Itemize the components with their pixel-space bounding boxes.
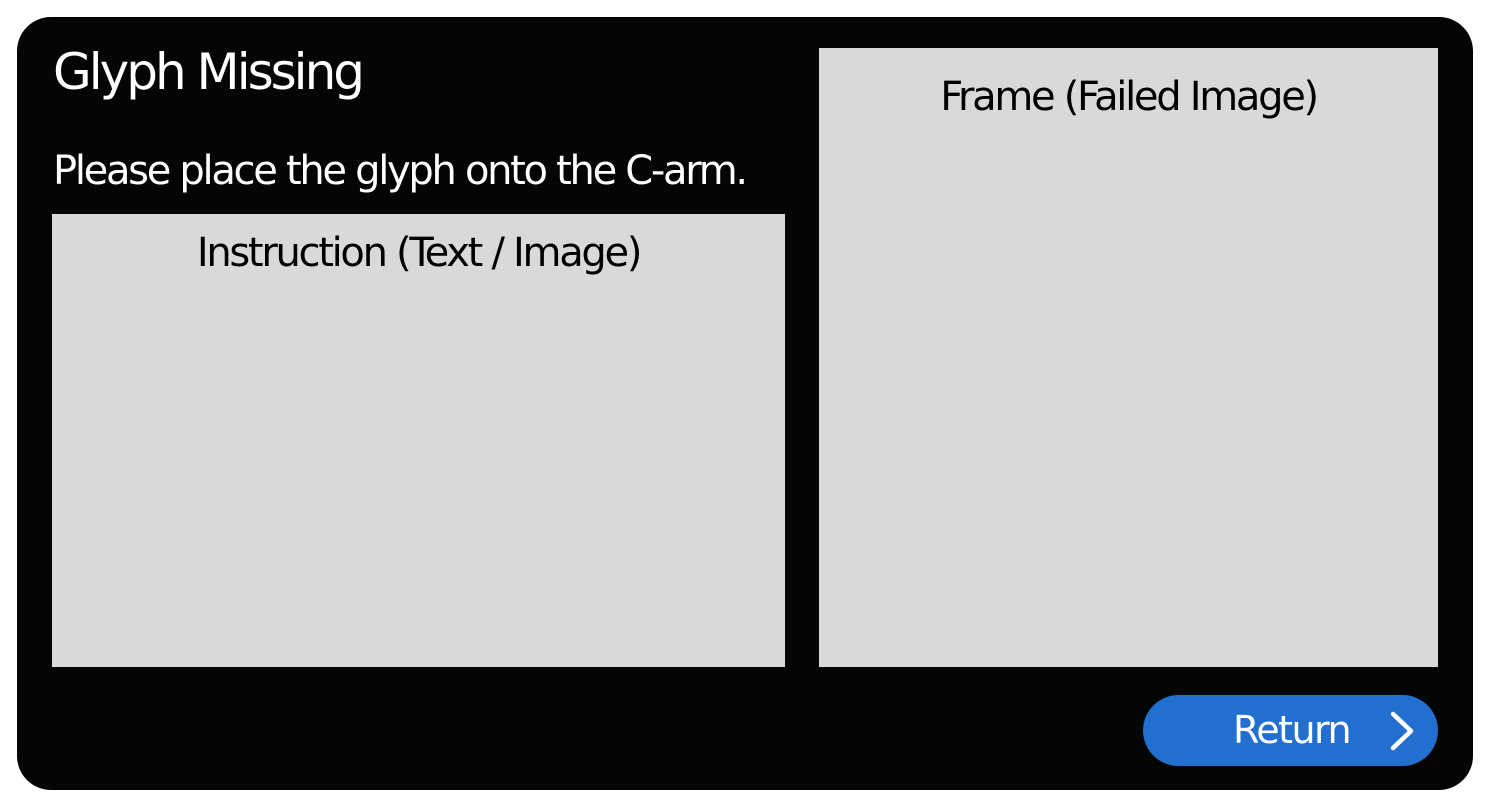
return-button[interactable]: Return xyxy=(1143,695,1438,766)
instruction-panel-label: Instruction (Text / Image) xyxy=(196,230,643,276)
glyph-missing-dialog: Glyph Missing Please place the glyph ont… xyxy=(17,17,1473,790)
return-button-label: Return xyxy=(1233,708,1352,752)
dialog-message: Please place the glyph onto the C-arm. xyxy=(53,148,748,194)
frame-panel-label: Frame (Failed Image) xyxy=(940,74,1319,120)
frame-panel: Frame (Failed Image) xyxy=(819,48,1438,667)
dialog-title: Glyph Missing xyxy=(53,43,365,101)
instruction-panel: Instruction (Text / Image) xyxy=(52,214,785,667)
chevron-right-icon xyxy=(1387,711,1417,751)
